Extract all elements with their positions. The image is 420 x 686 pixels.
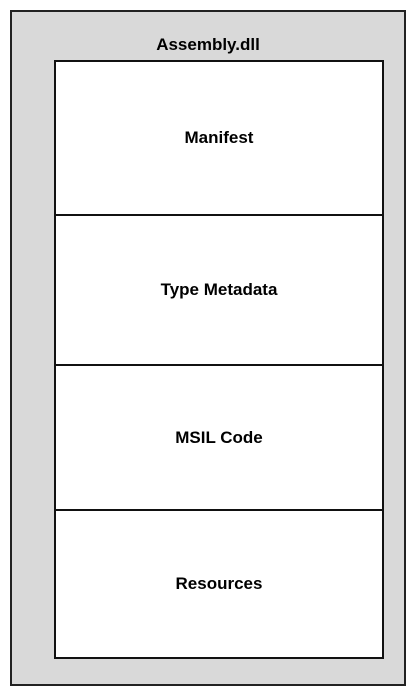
- assembly-container: Assembly.dll Manifest Type Metadata MSIL…: [10, 10, 406, 686]
- section-label: Manifest: [184, 128, 254, 147]
- section-label: Resources: [175, 574, 263, 593]
- assembly-sections: Manifest Type Metadata MSIL Code Resourc…: [54, 60, 384, 659]
- section-label: MSIL Code: [175, 427, 263, 447]
- assembly-title: Assembly.dll: [156, 35, 260, 54]
- section-msil-code: MSIL Code: [56, 364, 382, 509]
- section-manifest: Manifest: [56, 62, 382, 214]
- section-type-metadata: Type Metadata: [56, 214, 382, 364]
- section-resources: Resources: [56, 509, 382, 657]
- section-label: Type Metadata: [160, 280, 278, 299]
